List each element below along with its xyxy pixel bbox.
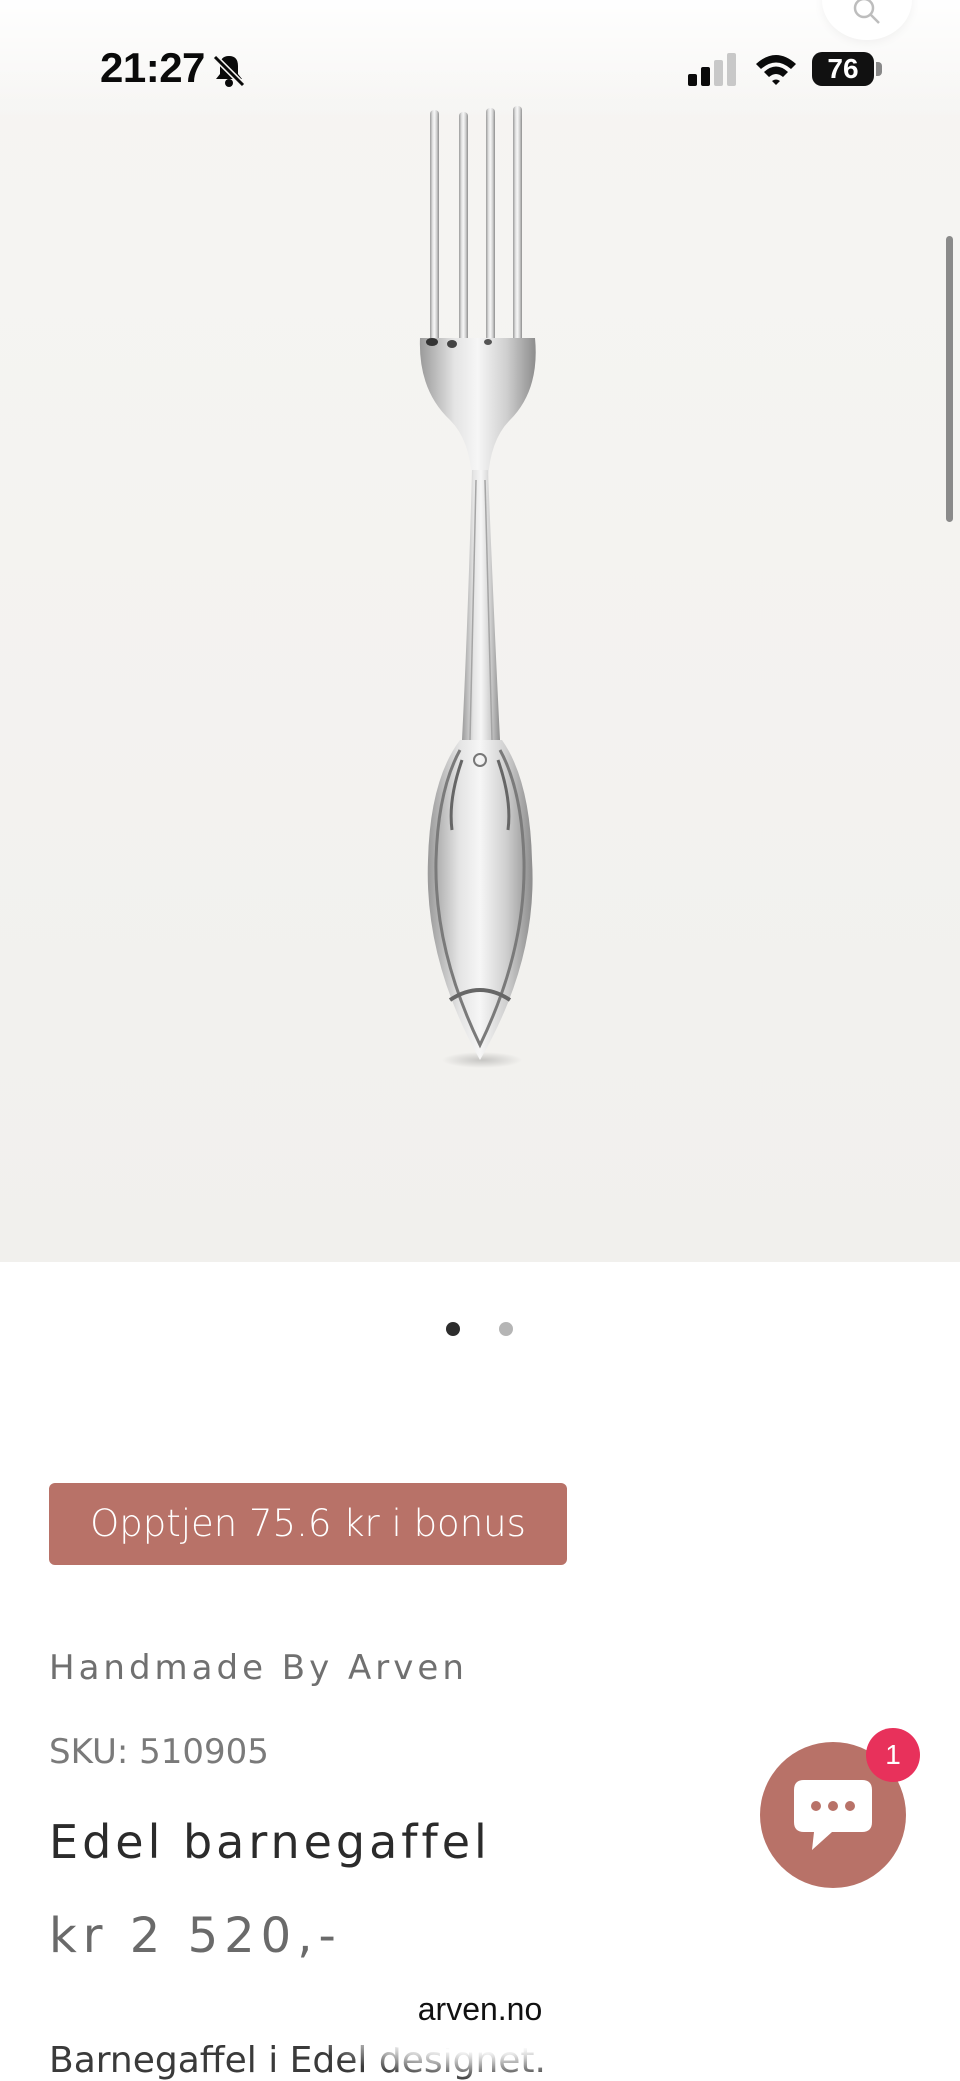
battery-cap bbox=[876, 62, 882, 76]
bonus-button[interactable]: Opptjen 75.6 kr i bonus bbox=[49, 1483, 567, 1565]
product-title: Edel barnegaffel bbox=[49, 1815, 491, 1869]
wifi-icon bbox=[756, 55, 796, 85]
gallery-pagination bbox=[0, 1318, 960, 1340]
chat-bubble-icon bbox=[794, 1780, 872, 1850]
gallery-dot-2[interactable] bbox=[499, 1322, 513, 1336]
product-vendor[interactable]: Handmade By Arven bbox=[49, 1648, 468, 1688]
address-bar[interactable]: arven.no bbox=[365, 1970, 595, 2048]
scroll-indicator bbox=[946, 236, 953, 522]
product-image-gallery[interactable] bbox=[0, 0, 960, 1262]
status-bar: 21:27 76 bbox=[0, 0, 960, 140]
cellular-signal-icon bbox=[688, 53, 736, 86]
status-time: 21:27 bbox=[100, 44, 205, 91]
product-image-fork bbox=[419, 106, 536, 1068]
chat-notification-badge: 1 bbox=[866, 1728, 920, 1782]
battery-indicator: 76 bbox=[812, 52, 874, 86]
gallery-dot-1[interactable] bbox=[446, 1322, 460, 1336]
product-sku: SKU: 510905 bbox=[49, 1732, 269, 1772]
bell-slash-icon bbox=[212, 54, 246, 88]
